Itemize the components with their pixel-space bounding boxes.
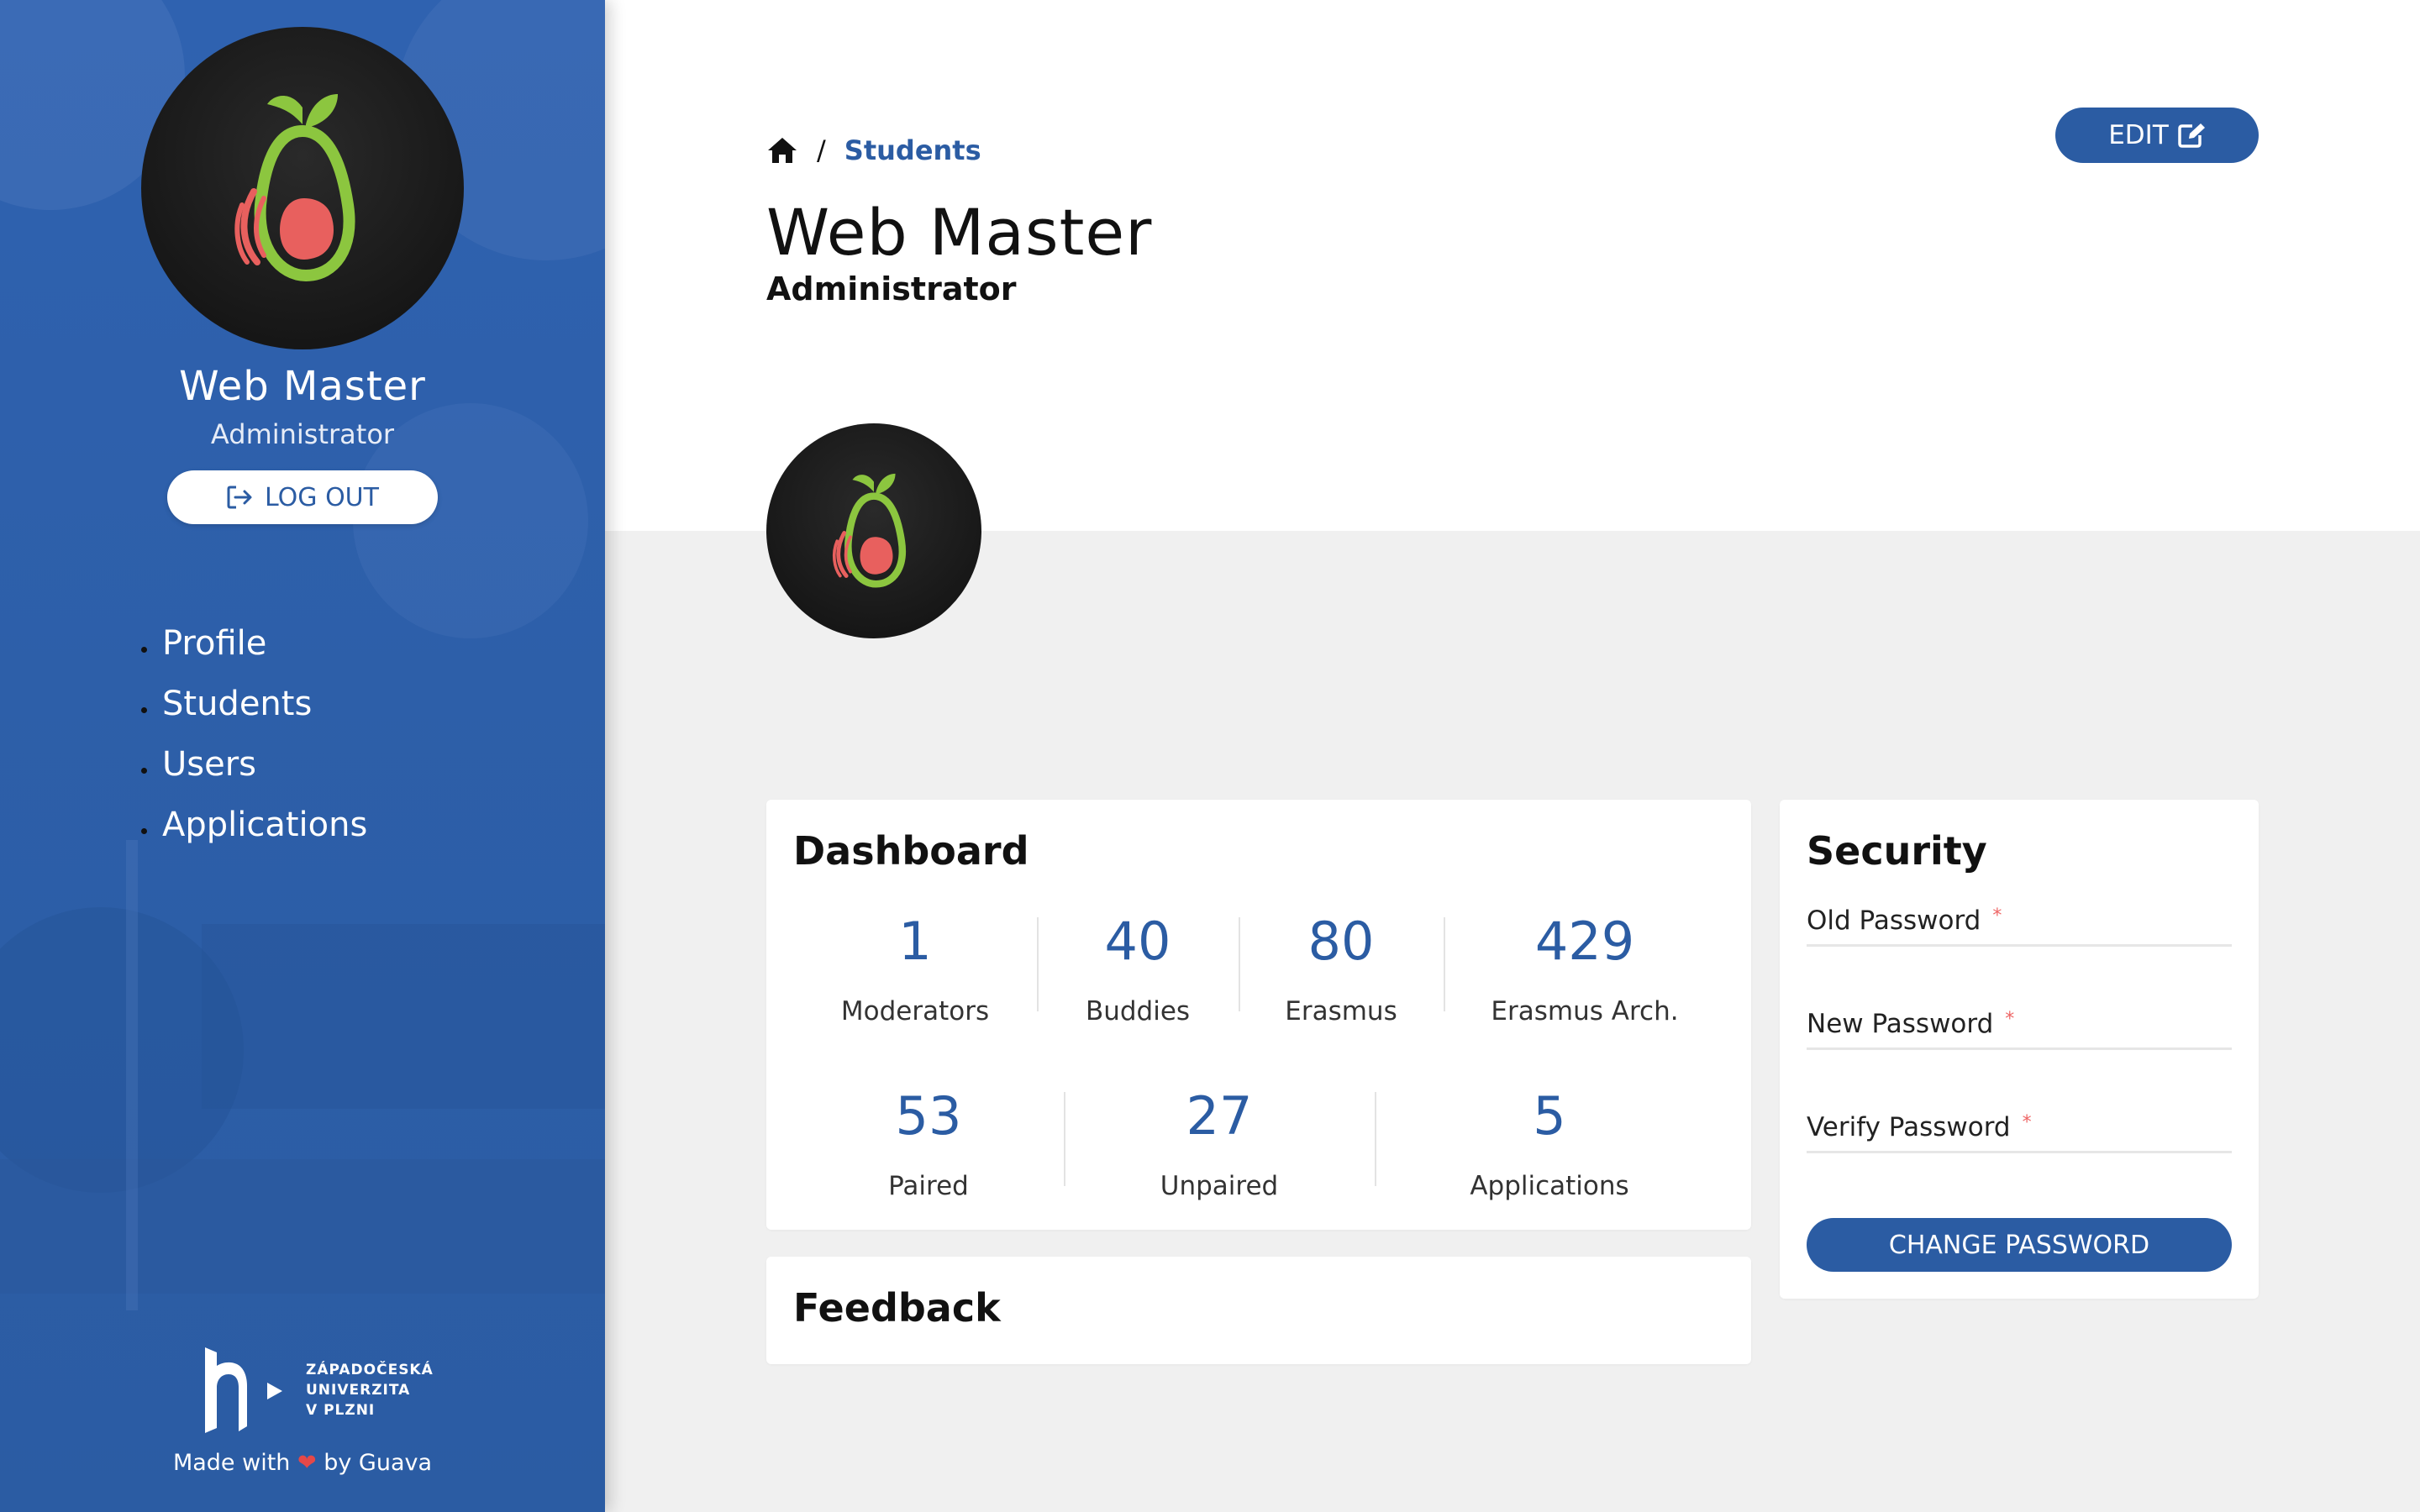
- nav-item-profile[interactable]: Profile: [141, 613, 367, 674]
- nav-label: Users: [162, 745, 257, 784]
- stat-value: 429: [1534, 911, 1635, 972]
- change-password-button[interactable]: CHANGE PASSWORD: [1807, 1218, 2232, 1272]
- new-password-label: New Password: [1807, 1009, 1994, 1039]
- university-logo-icon: [205, 1347, 282, 1433]
- stat-paired: 53 Paired: [793, 1085, 1064, 1202]
- sidebar-user-role: Administrator: [210, 418, 395, 450]
- page-title: Web Master: [766, 195, 1153, 270]
- stat-label: Unpaired: [1160, 1171, 1279, 1201]
- edit-label: EDIT: [2108, 120, 2169, 150]
- verify-password-label: Verify Password: [1807, 1112, 2011, 1142]
- logout-label: LOG OUT: [265, 482, 379, 512]
- footer-credit: Made with ❤ by Guava: [0, 1450, 605, 1476]
- nav-item-students[interactable]: Students: [141, 674, 367, 734]
- logout-button[interactable]: LOG OUT: [167, 470, 438, 524]
- feedback-title: Feedback: [793, 1285, 1001, 1331]
- heart-icon: ❤: [297, 1450, 317, 1476]
- security-title: Security: [1807, 828, 1987, 874]
- sidebar-user-name: Web Master: [179, 363, 426, 410]
- university-logo: ZÁPADOČESKÁ UNIVERZITA V PLZNI: [202, 1344, 434, 1436]
- stat-label: Buddies: [1085, 996, 1191, 1026]
- dashboard-title: Dashboard: [793, 828, 1029, 874]
- stat-buddies: 40 Buddies: [1037, 912, 1239, 1026]
- breadcrumb-separator: /: [817, 134, 826, 166]
- nav-label: Applications: [162, 806, 368, 844]
- old-password-label: Old Password: [1807, 906, 1981, 936]
- stat-value: 27: [1186, 1085, 1253, 1147]
- sidebar-nav: Profile Students Users Applications: [141, 613, 367, 855]
- stat-unpaired: 27 Unpaired: [1064, 1087, 1375, 1201]
- required-marker: *: [1992, 906, 2002, 927]
- avocado-logo-icon: [832, 473, 907, 588]
- footer-made-with: Made with: [172, 1450, 291, 1476]
- bullet: [141, 706, 147, 713]
- stat-value: 1: [898, 911, 932, 972]
- stat-value: 80: [1307, 911, 1375, 972]
- nav-label: Students: [162, 685, 313, 723]
- stat-value: 5: [1533, 1085, 1566, 1147]
- stat-label: Erasmus: [1285, 996, 1397, 1026]
- dashboard-stats-row-2: 53 Paired 27 Unpaired 5 Applications: [793, 1085, 1724, 1202]
- verify-password-field[interactable]: Verify Password *: [1807, 1112, 2232, 1153]
- nav-item-users[interactable]: Users: [141, 734, 367, 795]
- avocado-logo-icon: [234, 94, 355, 282]
- logout-icon: [227, 486, 252, 509]
- new-password-field[interactable]: New Password *: [1807, 1009, 2232, 1050]
- edit-button[interactable]: EDIT: [2055, 108, 2259, 163]
- breadcrumb: / Students: [766, 134, 981, 166]
- feedback-card: Feedback: [766, 1257, 1751, 1364]
- sidebar: Web Master Administrator LOG OUT Profile…: [0, 0, 605, 1512]
- stat-value: 40: [1104, 911, 1171, 972]
- footer-by: by Guava: [324, 1450, 433, 1476]
- home-icon[interactable]: [766, 136, 798, 165]
- security-card: Security Old Password * New Password * Ver…: [1780, 800, 2259, 1299]
- stat-moderators: 1 Moderators: [793, 911, 1037, 1027]
- nav-item-applications[interactable]: Applications: [141, 795, 367, 855]
- stat-value: 53: [895, 1085, 962, 1147]
- old-password-field[interactable]: Old Password *: [1807, 906, 2232, 947]
- dashboard-stats-row-1: 1 Moderators 40 Buddies 80 Erasmus 429 E…: [793, 911, 1726, 1027]
- dashboard-card: Dashboard 1 Moderators 40 Buddies 80 Era…: [766, 800, 1751, 1230]
- stat-erasmus: 80 Erasmus: [1239, 912, 1444, 1026]
- profile-avatar: [766, 423, 981, 638]
- university-logo-text: ZÁPADOČESKÁ UNIVERZITA V PLZNI: [306, 1362, 434, 1419]
- stat-erasmus-arch: 429 Erasmus Arch.: [1444, 912, 1726, 1026]
- required-marker: *: [2022, 1112, 2032, 1133]
- stat-label: Paired: [888, 1171, 969, 1201]
- stat-label: Applications: [1470, 1171, 1629, 1201]
- nav-label: Profile: [162, 624, 267, 663]
- required-marker: *: [2005, 1009, 2015, 1030]
- stat-label: Erasmus Arch.: [1491, 996, 1679, 1026]
- bullet: [141, 767, 147, 774]
- stat-applications: 5 Applications: [1375, 1087, 1724, 1201]
- sidebar-avatar: [141, 27, 464, 349]
- page-subtitle: Administrator: [766, 270, 1017, 307]
- breadcrumb-students-link[interactable]: Students: [844, 134, 981, 166]
- stat-label: Moderators: [840, 996, 990, 1026]
- bullet: [141, 827, 147, 834]
- bullet: [141, 646, 147, 653]
- edit-icon: [2178, 123, 2205, 148]
